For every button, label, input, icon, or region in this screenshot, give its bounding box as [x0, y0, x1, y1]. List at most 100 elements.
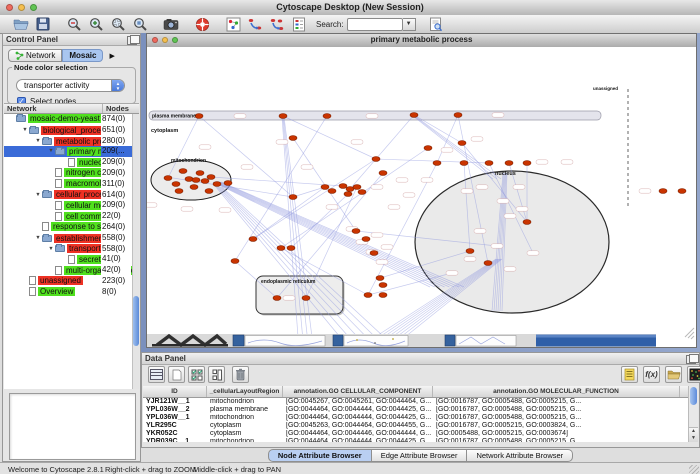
graph-node[interactable]	[379, 293, 387, 298]
graph-node[interactable]	[358, 190, 366, 195]
tree-row[interactable]: nitrogen compo209(0)	[4, 168, 139, 179]
graph-node[interactable]	[287, 246, 295, 251]
tree-row[interactable]: response to stimul264(0)	[4, 222, 139, 233]
function-builder-button[interactable]: f(x)	[643, 366, 660, 383]
table-row[interactable]: YPL036W__1mitochondrion[GO:0044464, GO:0…	[143, 414, 688, 422]
graph-node[interactable]	[424, 146, 432, 151]
graph-node[interactable]	[364, 293, 372, 298]
float-panel-icon[interactable]	[686, 355, 696, 364]
graph-node[interactable]	[339, 184, 347, 189]
graph-node[interactable]	[195, 114, 203, 119]
expand-triangle-icon[interactable]: ▼	[47, 146, 55, 157]
new-attribute-button[interactable]	[168, 366, 185, 383]
network-canvas[interactable]: plasma membranecytoplasmmitochondrionnuc…	[147, 47, 696, 347]
graph-node[interactable]	[523, 220, 531, 225]
graph-node[interactable]	[485, 161, 493, 166]
tree-row[interactable]: secretion41(0)	[4, 254, 139, 265]
tree-row[interactable]: unassigned223(0)	[4, 276, 139, 287]
graph-node[interactable]	[433, 161, 441, 166]
graph-node[interactable]	[190, 185, 198, 190]
search-input[interactable]	[347, 18, 403, 31]
apply-layout-button[interactable]	[245, 16, 265, 33]
table-column-header[interactable]: _cellularLayoutRegion	[207, 386, 283, 397]
expand-triangle-icon[interactable]: ▼	[21, 125, 29, 136]
graph-node[interactable]	[273, 296, 281, 301]
graph-node[interactable]	[192, 178, 200, 183]
tree-row[interactable]: ▼transport558(0)	[4, 244, 139, 255]
tree-row[interactable]: multi-organism pro42(0)	[4, 265, 139, 276]
tree-row[interactable]: ▼metabolic process280(0)	[4, 136, 139, 147]
tree-scrollbar[interactable]	[132, 114, 139, 389]
graph-node[interactable]	[460, 161, 468, 166]
graph-node[interactable]	[205, 189, 213, 194]
zoom-out-button[interactable]	[64, 16, 84, 33]
tree-row[interactable]: ▼biological_process651(0)	[4, 125, 139, 136]
tree-row[interactable]: cellular metabo209(0)	[4, 200, 139, 211]
unselect-attributes-button[interactable]	[208, 366, 225, 383]
graph-node[interactable]	[201, 179, 209, 184]
tree-row[interactable]: nucleobase-209(0)	[4, 157, 139, 168]
delete-attribute-button[interactable]	[232, 366, 249, 383]
table-row[interactable]: YDR039C__1mitochondrion[GO:0044464, GO:0…	[143, 438, 688, 442]
window-resize-grip[interactable]	[689, 465, 699, 474]
birdseye-view[interactable]	[9, 393, 136, 460]
table-row[interactable]: YKR052Ccytoplasm[GO:0044464, GO:0044446,…	[143, 430, 688, 438]
graph-node[interactable]	[172, 182, 180, 187]
graph-node[interactable]	[277, 246, 285, 251]
graph-node[interactable]	[370, 251, 378, 256]
graph-node[interactable]	[379, 171, 387, 176]
zoom-selected-button[interactable]	[108, 16, 128, 33]
scrollbar-arrows[interactable]: ▲▼	[689, 427, 698, 442]
tab-network-attribute-browser[interactable]: Network Attribute Browser	[467, 449, 573, 462]
graph-node[interactable]	[466, 249, 474, 254]
tree-row[interactable]: ▼establishment of lo558(0)	[4, 233, 139, 244]
graph-node[interactable]	[659, 189, 667, 194]
tree-column-network[interactable]: Network	[4, 104, 103, 113]
table-row[interactable]: YLR295Ccytoplasm[GO:0045263, GO:0044464,…	[143, 422, 688, 430]
table-column-header[interactable]: annotation.GO CELLULAR_COMPONENT	[283, 386, 433, 397]
graph-node[interactable]	[279, 114, 287, 119]
table-column-header[interactable]: annotation.GO MOLECULAR_FUNCTION	[433, 386, 680, 397]
graph-node[interactable]	[302, 296, 310, 301]
tab-edge-attribute-browser[interactable]: Edge Attribute Browser	[372, 449, 468, 462]
graph-node[interactable]	[249, 237, 257, 242]
tree-scrollbar-thumb[interactable]	[133, 296, 139, 346]
graph-node[interactable]	[179, 169, 187, 174]
graph-edge[interactable]	[213, 182, 430, 287]
attribute-list-button[interactable]	[621, 366, 638, 383]
table-scrollbar-thumb[interactable]	[690, 387, 697, 405]
zoom-fit-button[interactable]	[130, 16, 150, 33]
graph-node[interactable]	[344, 192, 352, 197]
graph-node[interactable]	[231, 259, 239, 264]
float-panel-icon[interactable]	[127, 36, 137, 45]
advanced-search-button[interactable]	[426, 16, 446, 33]
graph-node[interactable]	[505, 161, 513, 166]
zoom-in-button[interactable]	[86, 16, 106, 33]
graph-node[interactable]	[196, 171, 204, 176]
graph-node[interactable]	[379, 283, 387, 288]
matrix-button[interactable]	[687, 366, 700, 383]
select-attributes-button[interactable]	[188, 366, 205, 383]
expand-triangle-icon[interactable]: ▼	[34, 190, 42, 201]
graph-node[interactable]	[410, 113, 418, 118]
graph-node[interactable]	[353, 185, 361, 190]
table-row[interactable]: YJR121W__1mitochondrion[GO:0045267, GO:0…	[143, 398, 688, 406]
graph-edge[interactable]	[215, 182, 439, 287]
help-button[interactable]	[192, 16, 212, 33]
tree-row[interactable]: mosaic-demo-yeast874(0)	[4, 114, 139, 125]
tab-overflow-arrow[interactable]: ▶	[109, 52, 114, 60]
graph-node[interactable]	[454, 113, 462, 118]
graph-node[interactable]	[376, 276, 384, 281]
graph-node[interactable]	[164, 176, 172, 181]
graph-node[interactable]	[321, 185, 329, 190]
graph-node[interactable]	[213, 182, 221, 187]
graph-node[interactable]	[678, 189, 686, 194]
open-session-button[interactable]	[11, 16, 31, 33]
graph-node[interactable]	[289, 195, 297, 200]
snapshot-button[interactable]	[161, 16, 181, 33]
search-dropdown-button[interactable]: ▼	[403, 18, 416, 31]
tree-column-nodes[interactable]: Nodes	[103, 104, 129, 113]
graph-node[interactable]	[328, 189, 336, 194]
tab-network[interactable]: Network	[8, 49, 62, 62]
table-column-header[interactable]: ID	[143, 386, 207, 397]
